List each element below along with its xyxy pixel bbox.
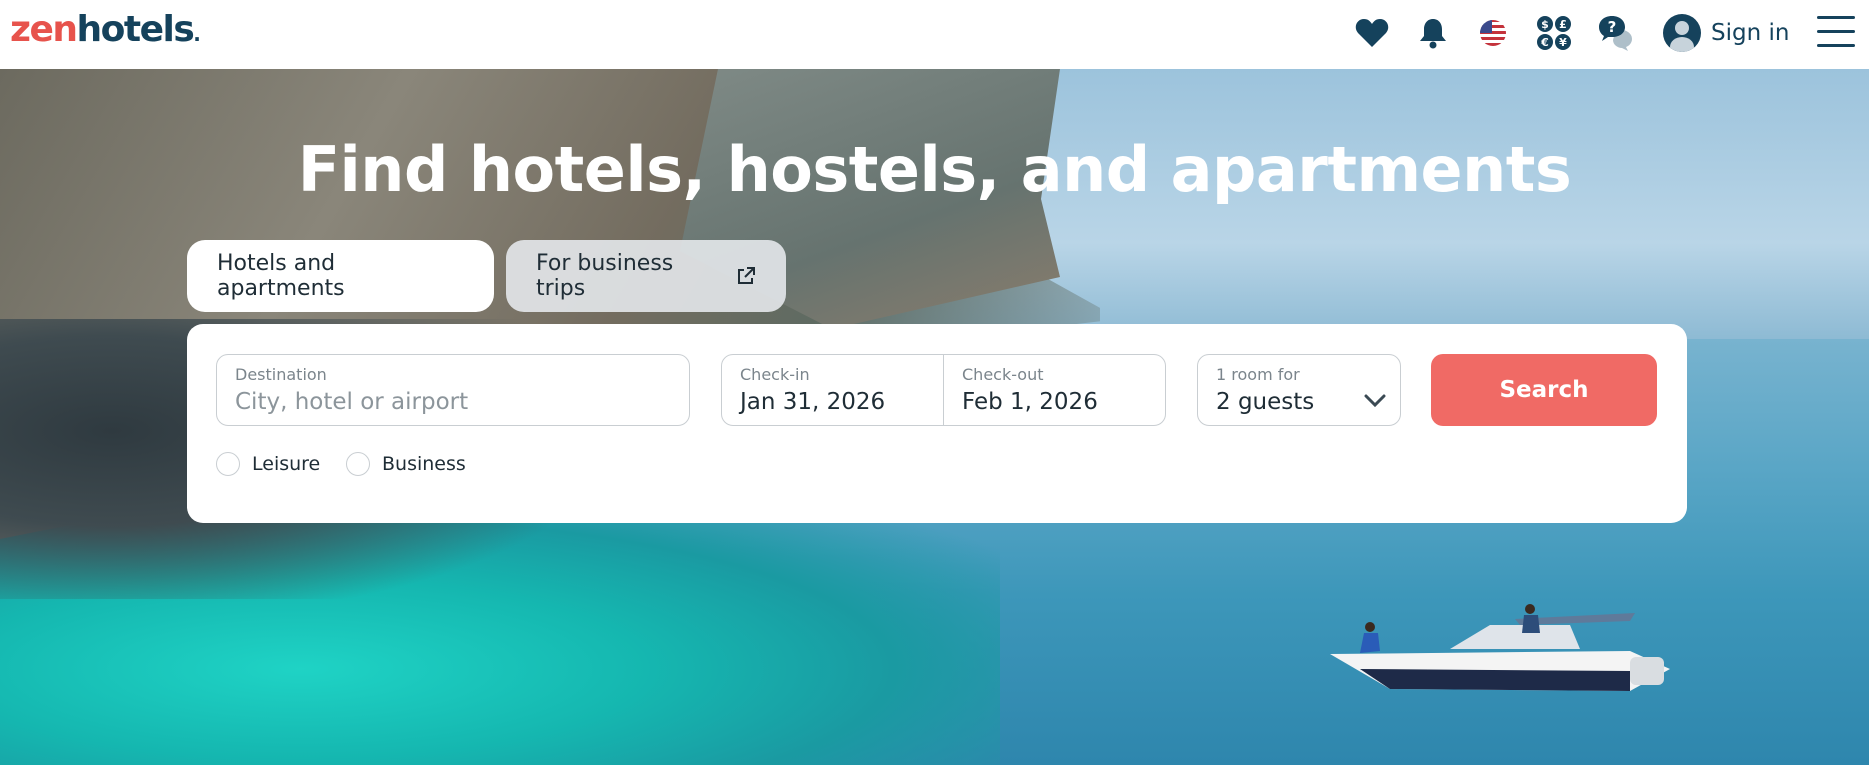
top-header: zenhotels. $ £ € ¥ ? Sign in [0, 0, 1869, 69]
currency-icon[interactable]: $ £ € ¥ [1535, 14, 1573, 52]
checkin-label: Check-in [740, 365, 810, 384]
avatar-icon [1663, 14, 1701, 52]
radio-circle [346, 452, 370, 476]
logo-zen: zen [10, 9, 78, 50]
logo-hotels: hotels [76, 9, 195, 50]
tab-business-label: For business trips [536, 251, 674, 301]
search-card: Destination City, hotel or airport Check… [187, 324, 1687, 523]
checkout-label: Check-out [962, 365, 1044, 384]
hero-title: Find hotels, hostels, and apartments [297, 133, 1572, 206]
boat-illustration [1330, 604, 1670, 691]
svg-text:?: ? [1608, 18, 1617, 36]
radio-circle [216, 452, 240, 476]
logo-dot: . [193, 22, 201, 46]
guests-selector[interactable]: 1 room for 2 guests [1197, 354, 1401, 426]
external-link-icon [736, 266, 756, 286]
svg-text:€: € [1540, 36, 1549, 49]
purpose-leisure-radio[interactable]: Leisure [216, 452, 320, 476]
svg-text:¥: ¥ [1559, 36, 1567, 49]
leisure-label: Leisure [252, 453, 321, 475]
us-flag-icon[interactable] [1474, 14, 1512, 52]
svg-text:$: $ [1541, 18, 1549, 31]
zenhotels-logo[interactable]: zenhotels. [10, 8, 201, 56]
help-chat-icon[interactable]: ? [1597, 14, 1635, 52]
tab-hotels-label: Hotels and apartments [217, 251, 345, 301]
sign-in-label: Sign in [1711, 20, 1790, 46]
guests-label: 1 room for [1216, 365, 1300, 384]
svg-text:£: £ [1559, 18, 1567, 31]
search-button[interactable]: Search [1431, 354, 1657, 426]
tab-hotels-and-apartments[interactable]: Hotels and apartments [187, 240, 494, 312]
checkout-value: Feb 1, 2026 [962, 389, 1098, 415]
chevron-down-icon [1364, 393, 1386, 412]
guests-value: 2 guests [1216, 389, 1315, 415]
business-label: Business [382, 453, 466, 475]
destination-placeholder: City, hotel or airport [235, 389, 469, 415]
purpose-business-radio[interactable]: Business [346, 452, 466, 476]
tab-business-trips[interactable]: For business trips [506, 240, 786, 312]
bell-icon[interactable] [1414, 14, 1452, 52]
checkin-field[interactable]: Check-in Jan 31, 2026 [721, 354, 944, 426]
menu-icon[interactable] [1817, 16, 1857, 50]
destination-field[interactable]: Destination City, hotel or airport [216, 354, 690, 426]
destination-label: Destination [235, 365, 327, 384]
checkout-field[interactable]: Check-out Feb 1, 2026 [943, 354, 1166, 426]
checkin-value: Jan 31, 2026 [740, 389, 886, 415]
heart-icon[interactable] [1353, 14, 1391, 52]
sign-in-button[interactable]: Sign in [1663, 12, 1789, 54]
hero-banner: Find hotels, hostels, and apartments Hot… [0, 69, 1869, 765]
